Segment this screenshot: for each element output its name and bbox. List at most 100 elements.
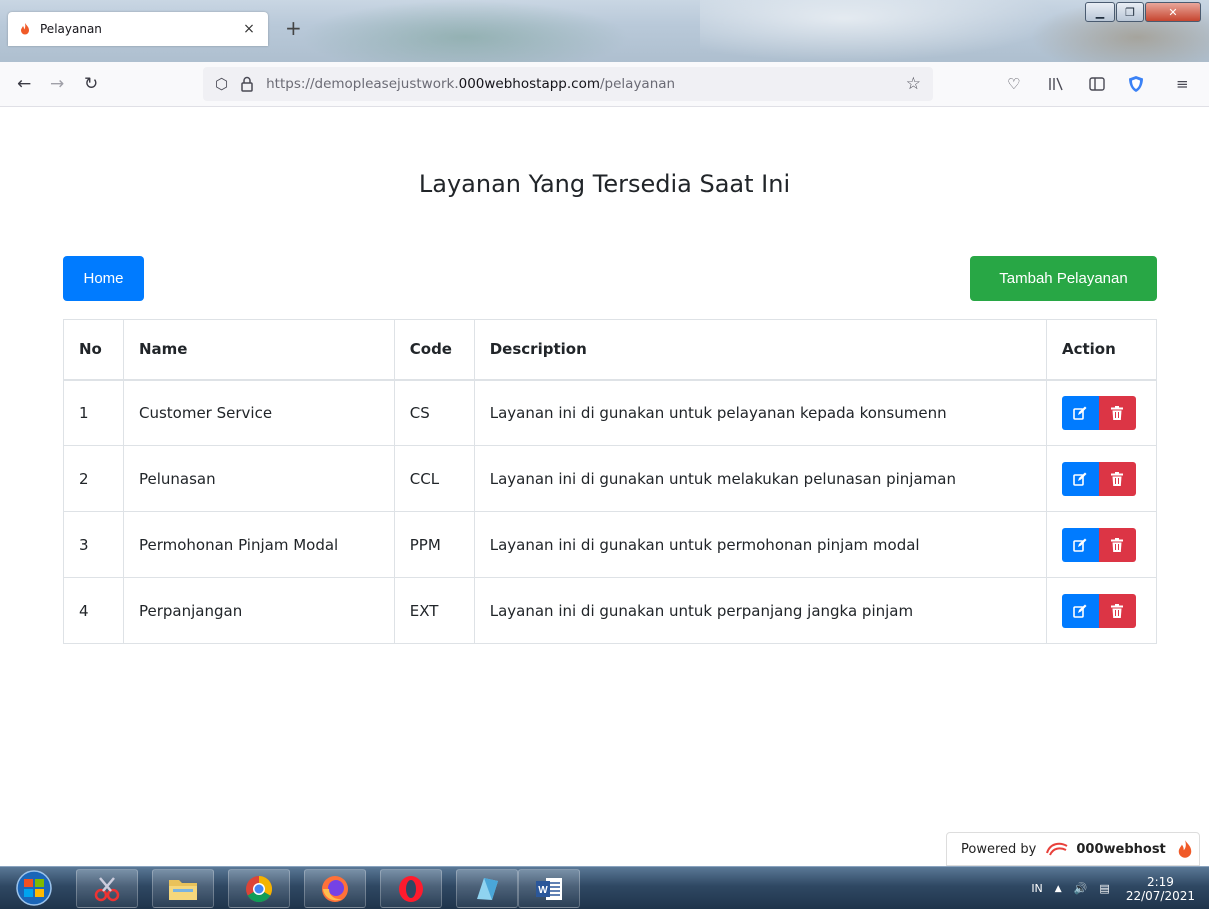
table-row: 4 Perpanjangan EXT Layanan ini di gunaka… bbox=[63, 577, 1158, 644]
table-row: 3 Permohonan Pinjam Modal PPM Layanan in… bbox=[63, 511, 1158, 578]
file-explorer-icon[interactable] bbox=[152, 869, 214, 908]
svg-text:W: W bbox=[538, 885, 548, 896]
library-icon[interactable] bbox=[1048, 77, 1064, 91]
hamburger-menu-icon[interactable]: ≡ bbox=[1176, 74, 1189, 94]
word-logo-icon: W bbox=[536, 877, 562, 900]
browser-tab[interactable]: Pelayanan × bbox=[8, 12, 268, 46]
cell-code: PPM bbox=[393, 511, 475, 578]
cell-no: 2 bbox=[63, 445, 124, 512]
window-close-icon[interactable]: ✕ bbox=[1145, 2, 1201, 22]
opera-logo-icon bbox=[399, 875, 423, 902]
add-service-button[interactable]: Tambah Pelayanan bbox=[970, 256, 1157, 301]
cell-name: Permohonan Pinjam Modal bbox=[122, 511, 395, 578]
opera-icon[interactable] bbox=[380, 869, 442, 908]
services-table: No Name Code Description Action 1 Custom… bbox=[63, 319, 1158, 644]
back-arrow-icon[interactable]: ← bbox=[17, 74, 31, 94]
clock-time: 2:19 bbox=[1146, 874, 1174, 889]
cell-description: Layanan ini di gunakan untuk melakukan p… bbox=[473, 445, 1047, 512]
column-header-description: Description bbox=[473, 319, 1047, 381]
table-row: 2 Pelunasan CCL Layanan ini di gunakan u… bbox=[63, 445, 1158, 512]
cell-code: EXT bbox=[393, 577, 475, 644]
windows-start-icon[interactable] bbox=[8, 869, 60, 907]
page-title: Layanan Yang Tersedia Saat Ini bbox=[418, 170, 791, 198]
trash-icon bbox=[1111, 405, 1124, 420]
address-bar[interactable]: ⬡ https://demopleasejustwork.000webhosta… bbox=[203, 67, 933, 101]
powered-by-badge[interactable]: Powered by 000webhost bbox=[946, 832, 1200, 866]
table-row: 1 Customer Service CS Layanan ini di gun… bbox=[63, 379, 1158, 446]
cell-code: CCL bbox=[393, 445, 475, 512]
cell-code: CS bbox=[393, 379, 475, 446]
minimize-icon[interactable]: ▁ bbox=[1085, 2, 1115, 22]
cell-description: Layanan ini di gunakan untuk pelayanan k… bbox=[473, 379, 1047, 446]
delete-button[interactable] bbox=[1098, 395, 1136, 430]
firefox-icon[interactable] bbox=[304, 869, 366, 908]
url-text: https://demopleasejustwork.000webhostapp… bbox=[266, 76, 676, 92]
edit-button[interactable] bbox=[1061, 395, 1099, 430]
trash-icon bbox=[1111, 537, 1124, 552]
app-icon[interactable] bbox=[456, 869, 518, 908]
cell-description: Layanan ini di gunakan untuk perpanjang … bbox=[473, 577, 1047, 644]
cell-action bbox=[1045, 577, 1158, 644]
cell-description: Layanan ini di gunakan untuk permohonan … bbox=[473, 511, 1047, 578]
trash-icon bbox=[1111, 471, 1124, 486]
word-icon[interactable]: W bbox=[518, 869, 580, 908]
crystal-app-icon bbox=[477, 877, 498, 900]
snipping-tool-icon[interactable] bbox=[76, 869, 138, 908]
home-button[interactable]: Home bbox=[63, 256, 144, 301]
shield-icon[interactable]: ⬡ bbox=[215, 75, 228, 93]
delete-button[interactable] bbox=[1098, 593, 1136, 628]
table-header-row: No Name Code Description Action bbox=[63, 319, 1158, 381]
column-header-name: Name bbox=[122, 319, 395, 381]
000webhost-logo-icon bbox=[1046, 842, 1068, 856]
cell-no: 1 bbox=[63, 379, 124, 446]
edit-icon bbox=[1073, 538, 1087, 552]
browser-navbar: ← → ↻ ⬡ https://demopleasejustwork.000we… bbox=[0, 62, 1209, 107]
privacy-badger-icon[interactable] bbox=[1128, 75, 1144, 93]
folder-icon bbox=[169, 879, 197, 900]
column-header-action: Action bbox=[1045, 319, 1158, 381]
powered-by-text: Powered by bbox=[961, 841, 1037, 857]
edit-icon bbox=[1073, 406, 1087, 420]
lock-icon[interactable] bbox=[240, 76, 254, 92]
clock-date: 22/07/2021 bbox=[1125, 888, 1195, 903]
cell-action bbox=[1045, 379, 1158, 446]
window-controls: ▁ ❐ ✕ bbox=[1085, 2, 1203, 22]
tab-close-icon[interactable]: × bbox=[240, 21, 258, 37]
reload-icon[interactable]: ↻ bbox=[84, 74, 98, 94]
language-indicator[interactable]: IN bbox=[1031, 882, 1042, 895]
delete-button[interactable] bbox=[1098, 527, 1136, 562]
windows-taskbar: W IN ▲ 🔊 ▤ 2:19 22/07/2021 bbox=[0, 866, 1209, 909]
cell-no: 4 bbox=[63, 577, 124, 644]
edit-button[interactable] bbox=[1061, 461, 1099, 496]
bookmark-star-icon[interactable]: ☆ bbox=[906, 74, 921, 94]
edit-icon bbox=[1073, 472, 1087, 486]
clock[interactable]: 2:19 22/07/2021 bbox=[1126, 875, 1195, 903]
volume-icon[interactable]: 🔊 bbox=[1074, 882, 1088, 895]
browser-titlebar: Pelayanan × + ▁ ❐ ✕ bbox=[0, 0, 1209, 62]
chrome-logo-icon bbox=[246, 875, 273, 902]
forward-arrow-icon[interactable]: → bbox=[50, 74, 64, 94]
tab-title: Pelayanan bbox=[40, 22, 102, 36]
cell-no: 3 bbox=[63, 511, 124, 578]
reader-view-icon[interactable] bbox=[1089, 77, 1105, 91]
scissors-icon bbox=[94, 876, 120, 901]
edit-icon bbox=[1073, 604, 1087, 618]
pocket-icon[interactable]: ♡ bbox=[1007, 74, 1020, 94]
maximize-icon[interactable]: ❐ bbox=[1116, 2, 1144, 22]
delete-button[interactable] bbox=[1098, 461, 1136, 496]
show-hidden-icons-icon[interactable]: ▲ bbox=[1055, 884, 1062, 894]
cell-name: Pelunasan bbox=[122, 445, 395, 512]
column-header-no: No bbox=[63, 319, 124, 381]
new-tab-icon[interactable]: + bbox=[285, 17, 302, 39]
flame-icon bbox=[21, 23, 29, 35]
cell-action bbox=[1045, 445, 1158, 512]
powered-by-brand: 000webhost bbox=[1076, 841, 1166, 857]
flame-icon bbox=[1178, 840, 1192, 858]
trash-icon bbox=[1111, 603, 1124, 618]
edit-button[interactable] bbox=[1061, 593, 1099, 628]
network-icon[interactable]: ▤ bbox=[1099, 882, 1109, 895]
firefox-logo-icon bbox=[322, 875, 348, 902]
chrome-icon[interactable] bbox=[228, 869, 290, 908]
system-tray: IN ▲ 🔊 ▤ 2:19 22/07/2021 bbox=[1019, 873, 1195, 904]
edit-button[interactable] bbox=[1061, 527, 1099, 562]
